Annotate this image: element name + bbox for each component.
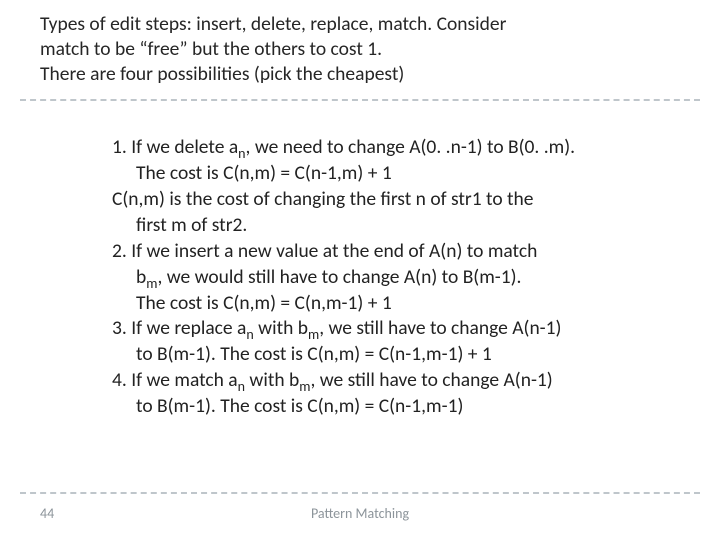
item-2-line-1: 2. If we insert a new value at the end o… [90, 239, 670, 265]
title-line-1: Types of edit steps: insert, delete, rep… [40, 12, 680, 37]
title-line-3: There are four possibilities (pick the c… [40, 62, 680, 87]
subscript-n: n [246, 326, 253, 343]
text-fragment: 4. If we match a [112, 368, 238, 392]
item-3-line-2: to B(m-1). The cost is C(n,m) = C(n-1,m-… [90, 342, 670, 368]
subscript-m: m [146, 275, 157, 292]
divider-top [20, 99, 700, 101]
item-2-line-3: The cost is C(n,m) = C(n,m-1) + 1 [90, 291, 670, 317]
text-fragment: , we need to change A(0. .n-1) to B(0. .… [246, 135, 576, 159]
title-line-2: match to be “free” but the others to cos… [40, 37, 680, 62]
subscript-m: m [299, 378, 310, 395]
subscript-n: n [238, 145, 245, 162]
text-fragment: 1. If we delete a [112, 135, 238, 159]
slide: Types of edit steps: insert, delete, rep… [0, 0, 720, 540]
text-fragment: with b [245, 368, 299, 392]
text-fragment: with b [254, 316, 308, 340]
item-2-line-2: bm, we would still have to change A(n) t… [90, 265, 670, 291]
item-4-line-1: 4. If we match an with bm, we still have… [90, 368, 670, 394]
slide-title: Types of edit steps: insert, delete, rep… [40, 12, 680, 87]
item-3-line-1: 3. If we replace an with bm, we still ha… [90, 316, 670, 342]
item-1-line-1: 1. If we delete an, we need to change A(… [90, 135, 670, 161]
text-fragment: , we still have to change A(n-1) [311, 368, 553, 392]
text-fragment: 3. If we replace a [112, 316, 246, 340]
subscript-n: n [238, 378, 245, 395]
item-4-line-2: to B(m-1). The cost is C(n,m) = C(n-1,m-… [90, 394, 670, 420]
defn-line-1: C(n,m) is the cost of changing the first… [90, 187, 670, 213]
footer-label: Pattern Matching [0, 505, 720, 522]
item-1-line-2: The cost is C(n,m) = C(n-1,m) + 1 [90, 161, 670, 187]
divider-bottom [20, 492, 700, 494]
text-fragment: b [136, 265, 146, 289]
subscript-m: m [308, 326, 319, 343]
text-fragment: , we still have to change A(n-1) [319, 316, 561, 340]
text-fragment: , we would still have to change A(n) to … [157, 265, 521, 289]
defn-line-2: first m of str2. [90, 213, 670, 239]
body-text: 1. If we delete an, we need to change A(… [90, 135, 670, 420]
